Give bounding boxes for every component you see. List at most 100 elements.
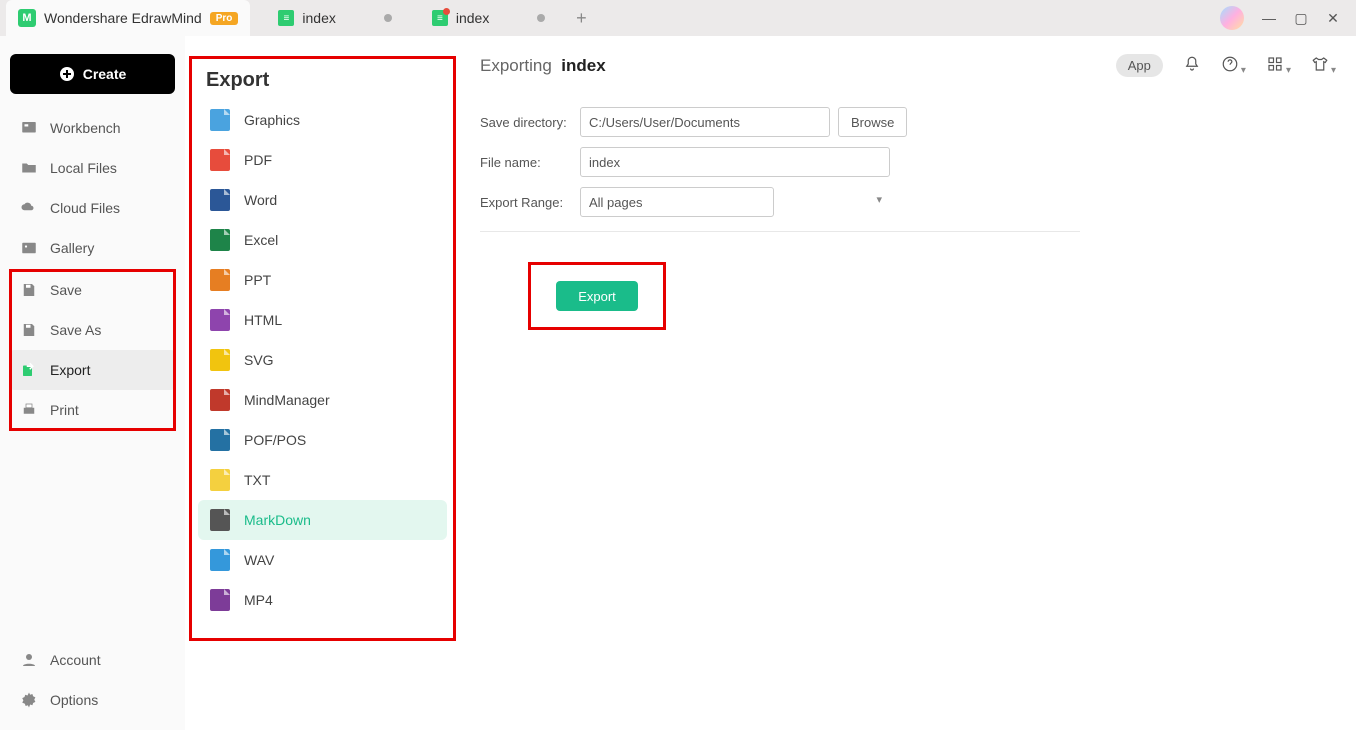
divider bbox=[480, 231, 1080, 232]
page-title: Exporting index bbox=[480, 56, 606, 76]
export-button-highlight: Export bbox=[528, 262, 666, 330]
close-button[interactable]: ✕ bbox=[1326, 10, 1340, 27]
tab-dot-icon bbox=[537, 14, 545, 22]
create-button[interactable]: Create bbox=[10, 54, 175, 94]
file-type-icon bbox=[210, 469, 230, 491]
export-format-panel: Export GraphicsPDFWordExcelPPTHTMLSVGMin… bbox=[189, 56, 456, 641]
sidebar-item-workbench[interactable]: Workbench bbox=[10, 108, 175, 148]
window-controls: — ▢ ✕ bbox=[1220, 6, 1356, 30]
format-label: Excel bbox=[244, 232, 278, 248]
file-type-icon bbox=[210, 189, 230, 211]
format-label: TXT bbox=[244, 472, 270, 488]
file-type-icon bbox=[210, 149, 230, 171]
format-label: PPT bbox=[244, 272, 271, 288]
doc-icon: ≡ bbox=[278, 10, 294, 26]
sidebar-item-options[interactable]: Options bbox=[10, 680, 175, 720]
user-avatar[interactable] bbox=[1220, 6, 1244, 30]
export-format-pofpos[interactable]: POF/POS bbox=[198, 420, 447, 460]
browse-button[interactable]: Browse bbox=[838, 107, 907, 137]
format-label: SVG bbox=[244, 352, 274, 368]
save-icon bbox=[20, 281, 38, 299]
main-column: Exporting index App ▾ ▾ ▾ Save directory… bbox=[460, 36, 1356, 730]
format-label: Graphics bbox=[244, 112, 300, 128]
save-dir-label: Save directory: bbox=[480, 115, 580, 130]
document-tab-1[interactable]: ≡ index bbox=[420, 0, 557, 36]
minimize-button[interactable]: — bbox=[1262, 10, 1276, 26]
format-label: MarkDown bbox=[244, 512, 311, 528]
export-format-txt[interactable]: TXT bbox=[198, 460, 447, 500]
app-name: Wondershare EdrawMind bbox=[44, 10, 202, 26]
filename-input[interactable] bbox=[580, 147, 890, 177]
app-tab[interactable]: M Wondershare EdrawMind Pro bbox=[6, 0, 250, 36]
file-actions-group: Save Save As Export Print bbox=[10, 270, 175, 430]
format-label: POF/POS bbox=[244, 432, 306, 448]
app-pill-button[interactable]: App bbox=[1116, 54, 1163, 77]
file-type-icon bbox=[210, 589, 230, 611]
export-format-html[interactable]: HTML bbox=[198, 300, 447, 340]
export-format-pdf[interactable]: PDF bbox=[198, 140, 447, 180]
sidebar-item-save[interactable]: Save bbox=[10, 270, 175, 310]
export-format-column: Export GraphicsPDFWordExcelPPTHTMLSVGMin… bbox=[185, 36, 460, 730]
file-type-icon bbox=[210, 269, 230, 291]
export-format-graphics[interactable]: Graphics bbox=[198, 100, 447, 140]
print-icon bbox=[20, 401, 38, 419]
sidebar-item-cloudfiles[interactable]: Cloud Files bbox=[10, 188, 175, 228]
filename-label: File name: bbox=[480, 155, 580, 170]
export-range-label: Export Range: bbox=[480, 195, 580, 210]
sidebar-item-account[interactable]: Account bbox=[10, 640, 175, 680]
gallery-icon bbox=[20, 239, 38, 257]
sidebar-item-saveas[interactable]: Save As bbox=[10, 310, 175, 350]
gear-icon bbox=[20, 691, 38, 709]
export-range-select[interactable] bbox=[580, 187, 774, 217]
file-type-icon bbox=[210, 109, 230, 131]
save-dir-input[interactable] bbox=[580, 107, 830, 137]
tab-label: index bbox=[302, 10, 335, 26]
export-format-mp4[interactable]: MP4 bbox=[198, 580, 447, 620]
export-format-wav[interactable]: WAV bbox=[198, 540, 447, 580]
format-label: PDF bbox=[244, 152, 272, 168]
pro-badge: Pro bbox=[210, 12, 239, 25]
format-label: HTML bbox=[244, 312, 282, 328]
export-format-markdown[interactable]: MarkDown bbox=[198, 500, 447, 540]
format-label: Word bbox=[244, 192, 277, 208]
export-button[interactable]: Export bbox=[556, 281, 638, 311]
sidebar-item-print[interactable]: Print bbox=[10, 390, 175, 430]
app-logo-icon: M bbox=[18, 9, 36, 27]
maximize-button[interactable]: ▢ bbox=[1294, 10, 1308, 27]
saveas-icon bbox=[20, 321, 38, 339]
sidebar-item-export[interactable]: Export bbox=[10, 350, 175, 390]
export-format-excel[interactable]: Excel bbox=[198, 220, 447, 260]
document-tab-0[interactable]: ≡ index bbox=[266, 0, 403, 36]
export-icon bbox=[20, 361, 38, 379]
format-label: MP4 bbox=[244, 592, 273, 608]
file-type-icon bbox=[210, 349, 230, 371]
sidebar-item-gallery[interactable]: Gallery bbox=[10, 228, 175, 268]
format-label: MindManager bbox=[244, 392, 330, 408]
bell-icon[interactable] bbox=[1183, 55, 1201, 76]
export-format-ppt[interactable]: PPT bbox=[198, 260, 447, 300]
sidebar-item-localfiles[interactable]: Local Files bbox=[10, 148, 175, 188]
titlebar: M Wondershare EdrawMind Pro ≡ index ≡ in… bbox=[0, 0, 1356, 36]
file-type-icon bbox=[210, 309, 230, 331]
plus-circle-icon bbox=[59, 66, 75, 82]
tab-dot-icon bbox=[384, 14, 392, 22]
grid-icon[interactable]: ▾ bbox=[1266, 55, 1291, 76]
export-format-word[interactable]: Word bbox=[198, 180, 447, 220]
new-tab-button[interactable]: + bbox=[567, 4, 595, 32]
workbench-icon bbox=[20, 119, 38, 137]
shirt-icon[interactable]: ▾ bbox=[1311, 55, 1336, 76]
cloud-icon bbox=[20, 199, 38, 217]
file-type-icon bbox=[210, 229, 230, 251]
file-type-icon bbox=[210, 389, 230, 411]
help-icon[interactable]: ▾ bbox=[1221, 55, 1246, 76]
file-type-icon bbox=[210, 549, 230, 571]
left-sidebar: Create Workbench Local Files Cloud Files… bbox=[0, 36, 185, 730]
doc-icon: ≡ bbox=[432, 10, 448, 26]
account-icon bbox=[20, 651, 38, 669]
export-form: Save directory: Browse File name: Export… bbox=[480, 107, 1080, 330]
file-type-icon bbox=[210, 429, 230, 451]
export-format-mindmanager[interactable]: MindManager bbox=[198, 380, 447, 420]
tab-label: index bbox=[456, 10, 489, 26]
export-format-svg[interactable]: SVG bbox=[198, 340, 447, 380]
folder-icon bbox=[20, 159, 38, 177]
